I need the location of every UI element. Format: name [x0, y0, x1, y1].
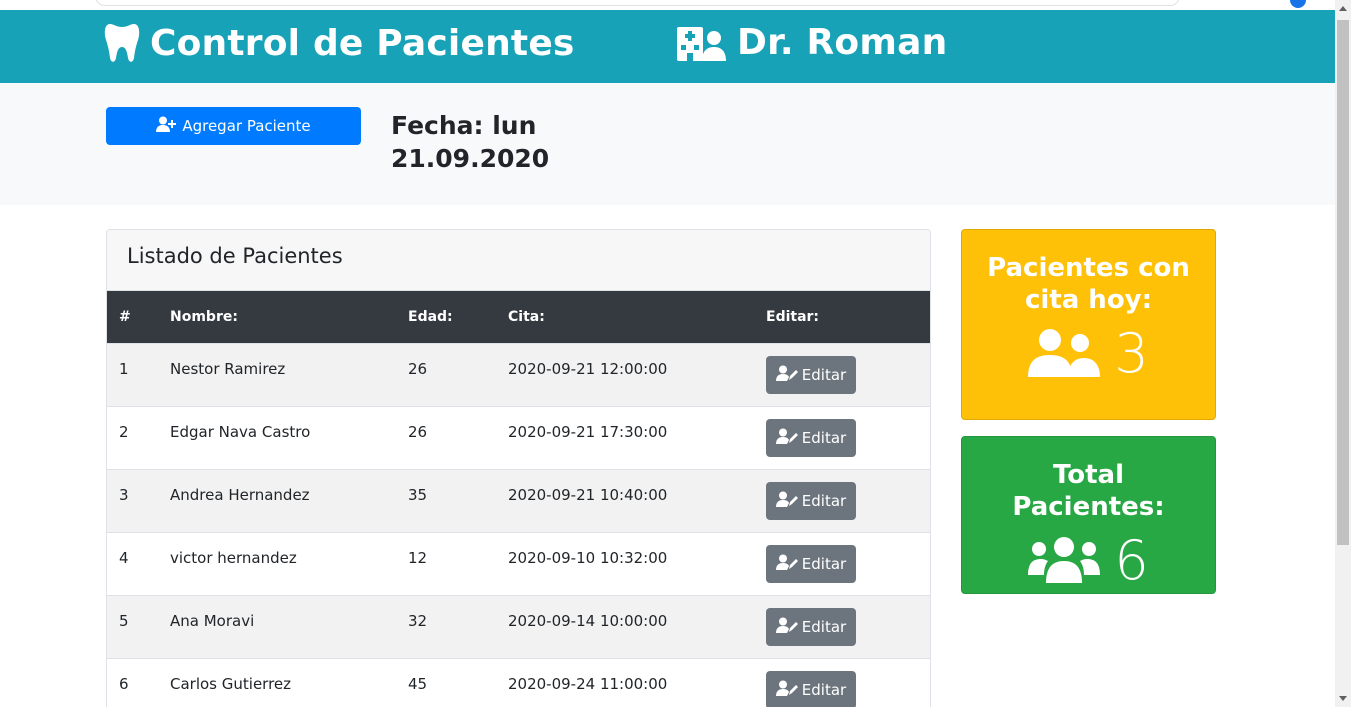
- doctor-name: Dr. Roman: [737, 22, 948, 63]
- patient-age: 45: [408, 674, 428, 693]
- edit-label: Editar: [801, 680, 847, 699]
- edit-label: Editar: [801, 554, 847, 573]
- patient-age: 35: [408, 485, 428, 504]
- patient-cita: 2020-09-21 17:30:00: [508, 422, 668, 441]
- patient-id: 3: [119, 485, 129, 504]
- brand[interactable]: Control de Pacientes: [104, 22, 575, 64]
- patient-cita: 2020-09-24 11:00:00: [508, 674, 668, 693]
- user-edit-icon: [775, 365, 798, 385]
- patient-edit-cell: Editar: [754, 595, 930, 658]
- scroll-thumb[interactable]: [1337, 20, 1349, 545]
- date-line-1: Fecha: lun: [391, 111, 537, 140]
- column-header-age: Edad:: [408, 308, 453, 325]
- patient-id: 6: [119, 674, 129, 693]
- hospital-user-icon: [675, 23, 727, 63]
- date-line-2: 21.09.2020: [391, 144, 550, 173]
- user-edit-icon: [775, 617, 798, 637]
- patient-id: 4: [119, 548, 129, 567]
- edit-patient-button[interactable]: Editar: [766, 670, 856, 707]
- patient-name: Ana Moravi: [170, 611, 255, 630]
- edit-patient-button[interactable]: Editar: [766, 481, 856, 520]
- table-row: 4 victor hernandez 12 2020-09-10 10:32:00 Ed…: [107, 532, 930, 595]
- column-header-edit: Editar:: [766, 308, 820, 325]
- user-edit-icon: [775, 680, 798, 700]
- table-row: 3 Andrea Hernandez 35 2020-09-21 10:40:00 Ed…: [107, 469, 930, 532]
- patient-cita: 2020-09-21 12:00:00: [508, 359, 668, 378]
- column-header-cita: Cita:: [508, 308, 545, 325]
- user-plus-icon: [156, 116, 177, 136]
- patient-age: 32: [408, 611, 428, 630]
- patient-edit-cell: Editar: [754, 532, 930, 595]
- patient-id: 5: [119, 611, 129, 630]
- current-date: Fecha: lun 21.09.2020: [391, 109, 549, 175]
- table-row: 1 Nestor Ramirez 26 2020-09-21 12:00:00 Edit…: [107, 343, 930, 406]
- patient-edit-cell: Editar: [754, 343, 930, 406]
- patient-name: Andrea Hernandez: [170, 485, 310, 504]
- table-row: 6 Carlos Gutierrez 45 2020-09-24 11:00:00 Ed…: [107, 658, 930, 707]
- patient-cita: 2020-09-21 10:40:00: [508, 485, 668, 504]
- edit-patient-button[interactable]: Editar: [766, 355, 856, 394]
- patient-name: Nestor Ramirez: [170, 359, 286, 378]
- column-header-id: #: [119, 308, 131, 325]
- add-patient-label: Agregar Paciente: [182, 117, 311, 135]
- patient-name: Carlos Gutierrez: [170, 674, 292, 693]
- browser-strip: [0, 0, 1335, 10]
- today-appointments-title: Pacientes con cita hoy:: [987, 253, 1190, 315]
- vertical-scrollbar[interactable]: [1335, 0, 1351, 707]
- edit-label: Editar: [801, 491, 847, 510]
- total-patients-value: 6: [1114, 529, 1149, 592]
- scroll-down-icon[interactable]: [1339, 696, 1347, 701]
- edit-label: Editar: [801, 365, 847, 384]
- edit-label: Editar: [801, 617, 847, 636]
- patients-card: Listado de Pacientes # Nombre: Edad: Cit…: [106, 229, 931, 707]
- patient-id: 1: [119, 359, 129, 378]
- edit-patient-button[interactable]: Editar: [766, 418, 856, 457]
- table-header-row: # Nombre: Edad: Cita: Editar:: [107, 291, 930, 343]
- scroll-up-icon[interactable]: [1339, 6, 1347, 11]
- edit-label: Editar: [801, 428, 847, 447]
- patients-table: # Nombre: Edad: Cita: Editar: 1 Nestor Ra…: [107, 291, 930, 707]
- add-patient-button[interactable]: Agregar Paciente: [106, 107, 361, 145]
- tooth-icon: [104, 22, 140, 64]
- user-edit-icon: [775, 554, 798, 574]
- user-edit-icon: [775, 428, 798, 448]
- user-edit-icon: [775, 491, 798, 511]
- total-patients-title: Total Pacientes:: [1012, 460, 1165, 522]
- edit-patient-button[interactable]: Editar: [766, 544, 856, 583]
- app-header: Control de Pacientes Dr. Roman: [0, 10, 1335, 83]
- patient-id: 2: [119, 422, 129, 441]
- patient-cita: 2020-09-10 10:32:00: [508, 548, 668, 567]
- page-title: Control de Pacientes: [150, 22, 575, 64]
- patient-age: 12: [408, 548, 428, 567]
- patient-cita: 2020-09-14 10:00:00: [508, 611, 668, 630]
- edit-patient-button[interactable]: Editar: [766, 607, 856, 646]
- patient-edit-cell: Editar: [754, 406, 930, 469]
- address-bar[interactable]: [95, 0, 1180, 6]
- profile-icon[interactable]: [1290, 0, 1306, 8]
- total-patients-card: Total Pacientes: 6: [961, 436, 1216, 594]
- doctor-info: Dr. Roman: [675, 22, 947, 63]
- patient-name: Edgar Nava Castro: [170, 422, 311, 441]
- toolbar: Agregar Paciente Fecha: lun 21.09.2020: [0, 83, 1335, 205]
- users-icon: [1028, 535, 1101, 587]
- patient-age: 26: [408, 422, 428, 441]
- patient-edit-cell: Editar: [754, 658, 930, 707]
- table-row: 5 Ana Moravi 32 2020-09-14 10:00:00 Editar: [107, 595, 930, 658]
- today-appointments-value: 3: [1114, 322, 1149, 385]
- today-appointments-card: Pacientes con cita hoy: 3: [961, 229, 1216, 420]
- patient-edit-cell: Editar: [754, 469, 930, 532]
- table-row: 2 Edgar Nava Castro 26 2020-09-21 17:30:00 E…: [107, 406, 930, 469]
- patients-card-title: Listado de Pacientes: [107, 230, 930, 291]
- column-header-name: Nombre:: [170, 308, 238, 325]
- patient-age: 26: [408, 359, 428, 378]
- user-friends-icon: [1028, 327, 1101, 381]
- patient-name: victor hernandez: [170, 548, 297, 567]
